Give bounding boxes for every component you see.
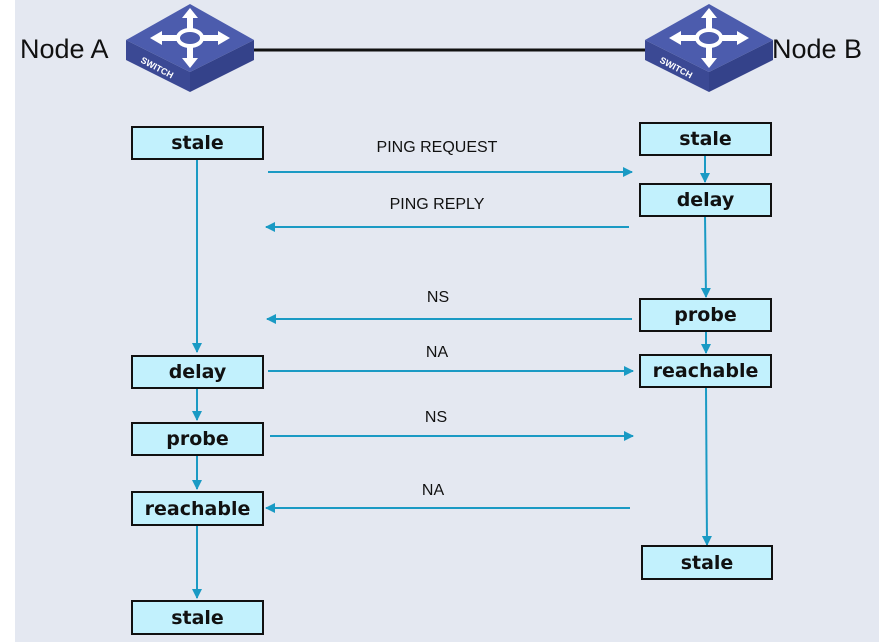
- node-b-label: Node B: [772, 34, 863, 64]
- message-label-ping-reply: PING REPLY: [389, 196, 485, 213]
- node-a-state-stale: stale: [131, 126, 264, 160]
- node-a-state-delay: delay: [131, 355, 264, 389]
- node-a-state-stale-final: stale: [131, 600, 264, 635]
- node-b-state-delay: delay: [639, 183, 772, 217]
- node-a-state-probe: probe: [131, 422, 264, 456]
- node-b-state-probe: probe: [639, 298, 772, 332]
- message-label-na-2: NA: [421, 482, 445, 499]
- switch-icon-node-b: SWITCH: [645, 4, 773, 92]
- node-b-state-stale-final: stale: [641, 545, 773, 580]
- node-b-state-stale: stale: [639, 122, 772, 156]
- message-label-ns-2: NS: [424, 409, 448, 426]
- message-label-ping-request: PING REQUEST: [376, 139, 498, 156]
- switch-icon-node-a: SWITCH: [126, 4, 254, 92]
- flow-b-delay-to-probe: [700, 215, 711, 298]
- node-b-state-reachable: reachable: [639, 354, 772, 388]
- node-a-label: Node A: [20, 34, 109, 64]
- flow-b-reachable-to-stale: [701, 387, 712, 546]
- message-label-ns-1: NS: [426, 289, 450, 306]
- message-label-na-1: NA: [425, 344, 449, 361]
- node-a-state-reachable: reachable: [131, 491, 264, 526]
